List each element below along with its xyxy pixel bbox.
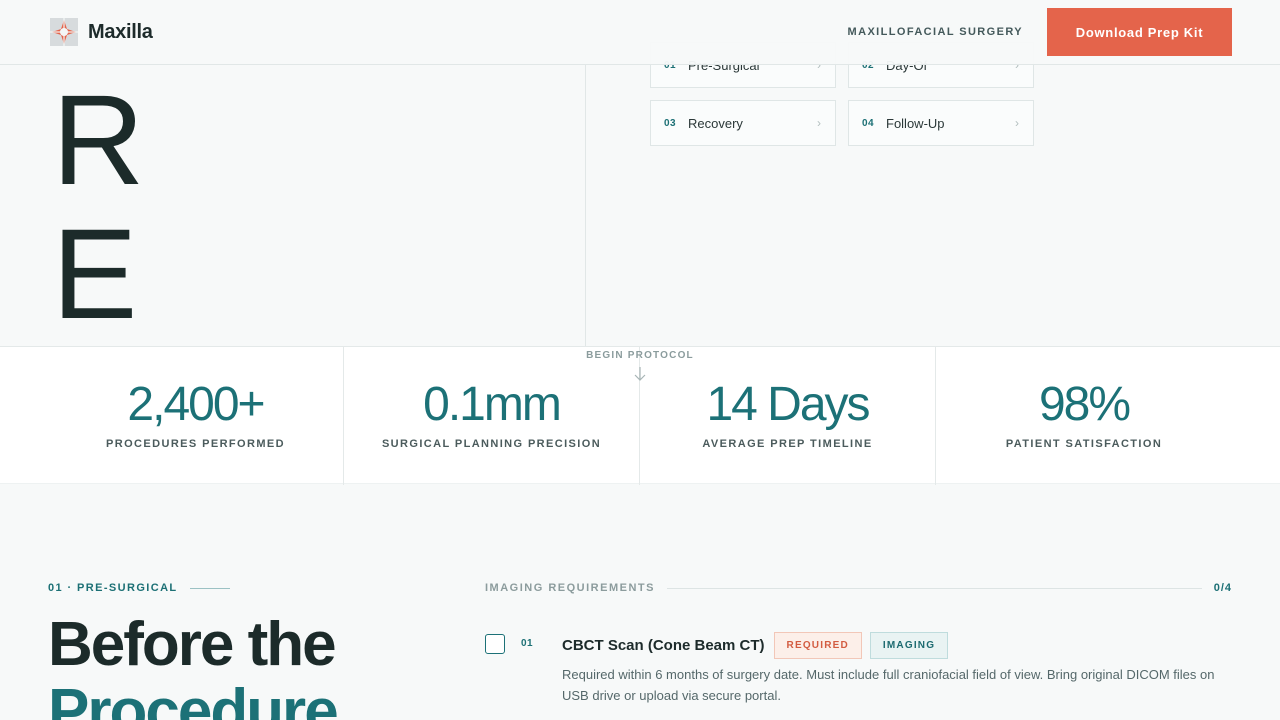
stat-label: SURGICAL PLANNING PRECISION <box>381 437 602 450</box>
stat-procedures: 2,400+ PROCEDURES PERFORMED <box>48 347 344 485</box>
requirements-rule <box>666 587 1202 589</box>
site-header: Maxilla MAXILLOFACIAL SURGERY Download P… <box>0 0 1280 65</box>
brand-name: Maxilla <box>88 20 153 43</box>
phase-number: 03 <box>664 117 677 129</box>
section-eyebrow-text: 01 · PRE-SURGICAL <box>48 582 178 594</box>
hero-divider <box>585 65 586 347</box>
required-badge: REQUIRED <box>773 632 862 659</box>
stat-label: AVERAGE PREP TIMELINE <box>702 437 873 450</box>
hero-left: R E <box>0 65 585 347</box>
stat-label: PATIENT SATISFACTION <box>1005 437 1163 450</box>
imaging-badge: IMAGING <box>869 632 949 659</box>
requirements-title: IMAGING REQUIREMENTS <box>485 582 655 594</box>
section-title-line-2: Procedure <box>48 676 339 720</box>
section-eyebrow: 01 · PRE-SURGICAL <box>48 582 230 594</box>
section-title: Before the Procedure <box>48 610 339 720</box>
section-title-line-1: Before the <box>48 610 337 679</box>
phase-card-follow-up[interactable]: 04 Follow-Up › <box>848 100 1034 146</box>
brand-logo[interactable]: Maxilla <box>50 18 153 46</box>
nav-link-maxillofacial-surgery[interactable]: MAXILLOFACIAL SURGERY <box>848 26 1023 38</box>
phase-card-recovery[interactable]: 03 Recovery › <box>650 100 836 146</box>
stat-value: 14 Days <box>706 378 870 431</box>
requirement-checkbox[interactable] <box>485 634 505 654</box>
requirement-title-row: CBCT Scan (Cone Beam CT) REQUIRED IMAGIN… <box>562 632 956 659</box>
stat-satisfaction: 98% PATIENT SATISFACTION <box>936 347 1232 485</box>
begin-protocol-label[interactable]: BEGIN PROTOCOL <box>540 350 740 361</box>
phase-label: Follow-Up <box>886 115 945 131</box>
stat-value: 0.1mm <box>423 378 562 431</box>
stat-label: PROCEDURES PERFORMED <box>106 437 285 450</box>
stat-prep-timeline: 14 Days AVERAGE PREP TIMELINE <box>640 347 936 485</box>
stat-value: 98% <box>1038 378 1131 431</box>
arrow-down-icon[interactable] <box>632 366 648 382</box>
cross-mark-logo-icon <box>50 18 78 46</box>
chevron-right-icon: › <box>817 116 821 130</box>
phase-number: 04 <box>862 117 875 129</box>
requirements-count: 0/4 <box>1213 582 1232 594</box>
hero-letter-r: R <box>52 69 145 212</box>
stat-value: 2,400+ <box>127 378 265 431</box>
requirement-description: Required within 6 months of surgery date… <box>562 667 1215 703</box>
phase-label: Recovery <box>688 115 743 131</box>
requirements-header: IMAGING REQUIREMENTS 0/4 <box>485 582 1232 594</box>
requirement-title: CBCT Scan (Cone Beam CT) <box>562 637 765 654</box>
requirement-number: 01 <box>521 638 534 649</box>
download-prep-kit-button[interactable]: Download Prep Kit <box>1047 8 1232 56</box>
chevron-right-icon: › <box>1015 116 1019 130</box>
eyebrow-rule <box>189 587 230 589</box>
stat-precision: 0.1mm SURGICAL PLANNING PRECISION <box>344 347 640 485</box>
hero-letter-e: E <box>52 203 138 346</box>
